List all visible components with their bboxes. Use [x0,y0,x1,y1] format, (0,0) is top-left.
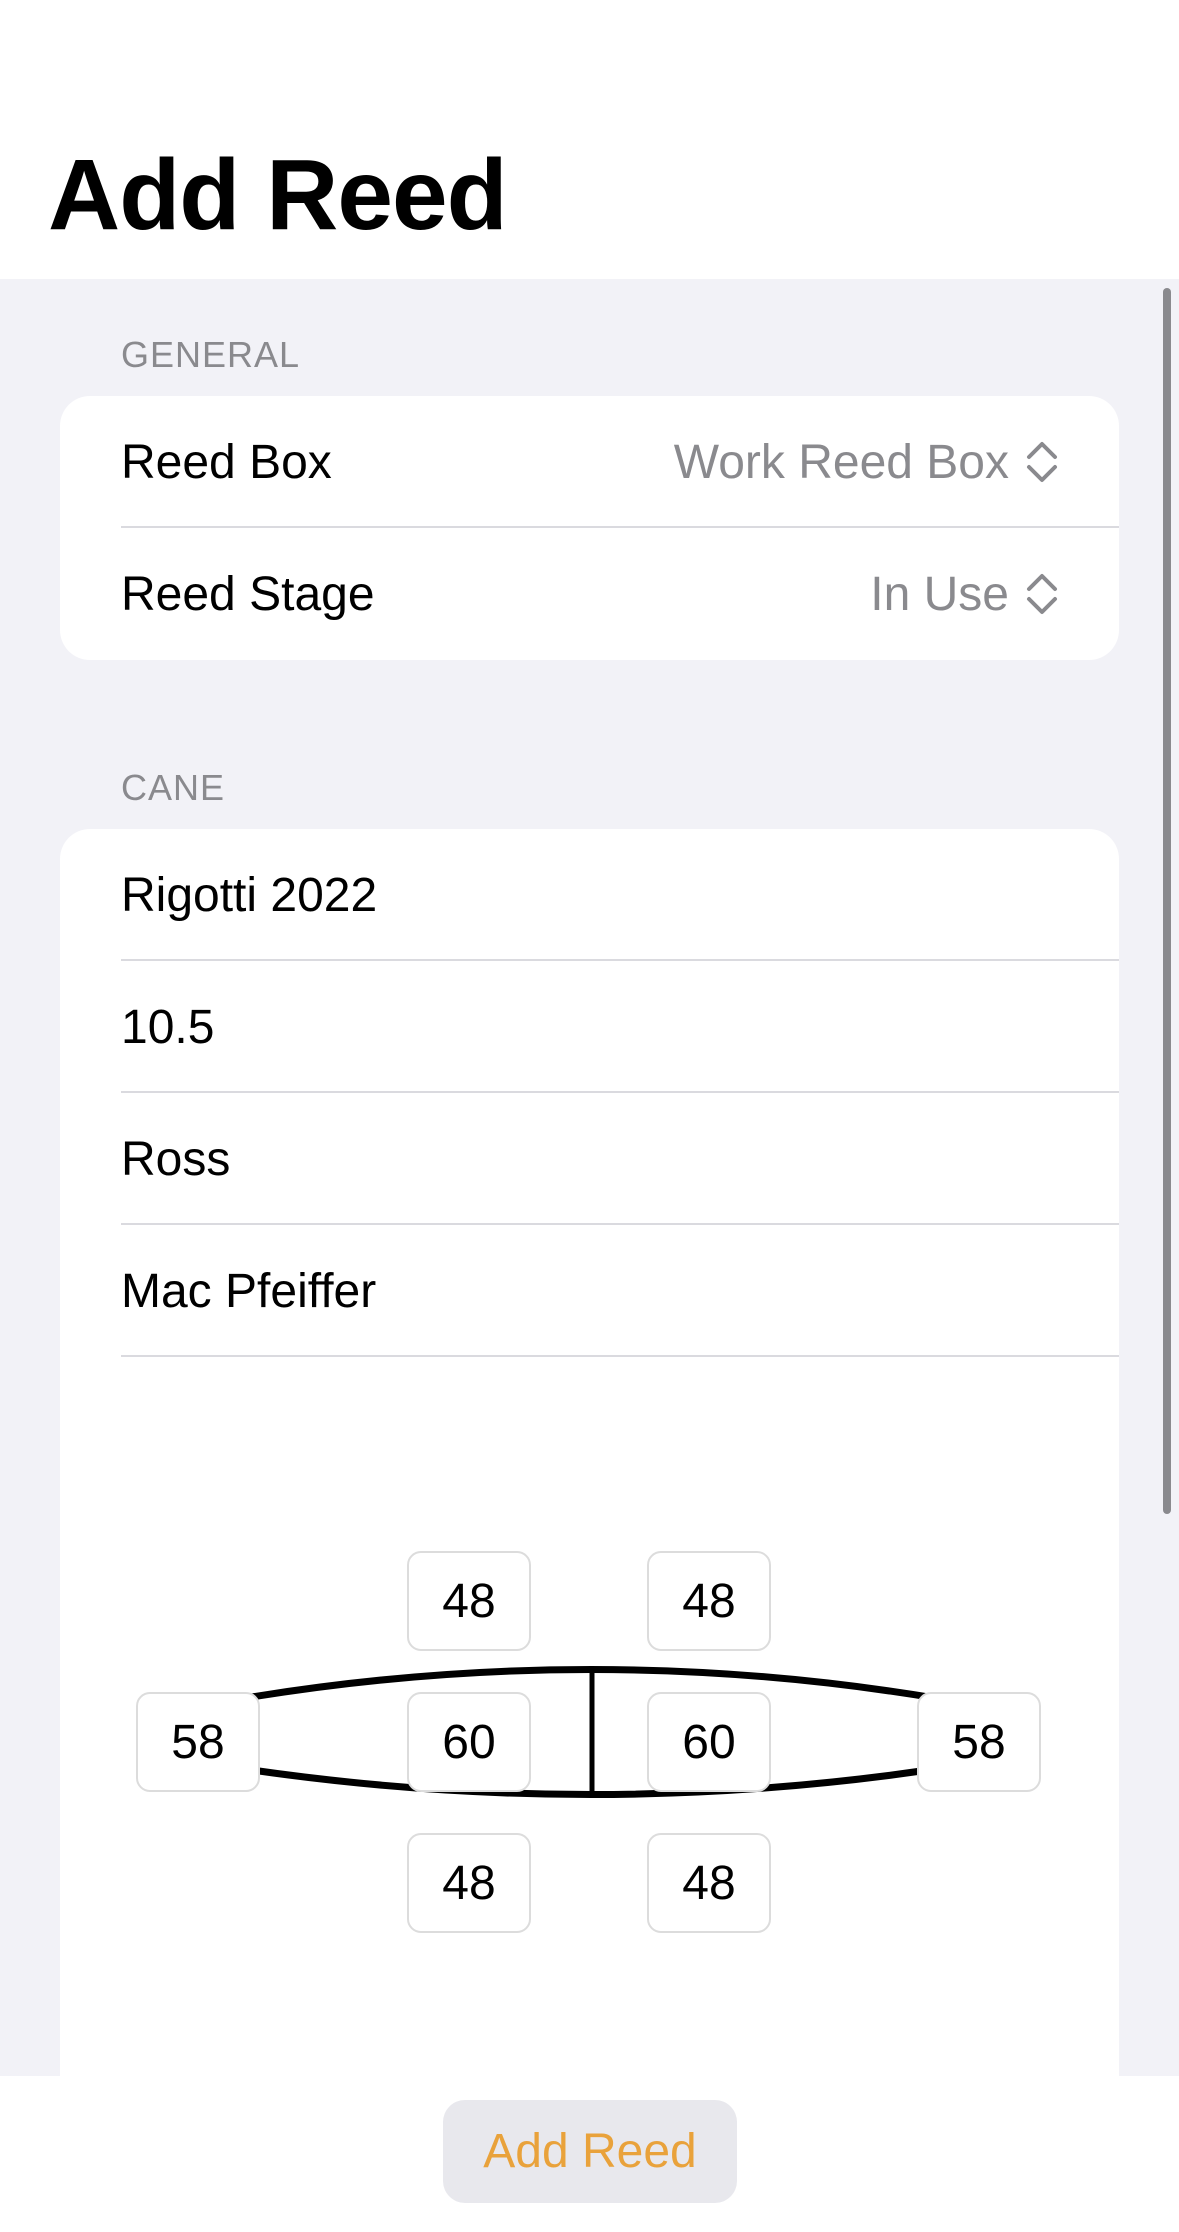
reed-stage-label: Reed Stage [121,567,375,621]
cane-field-shape[interactable]: Ross [60,1093,1119,1225]
measurement-bottom-left[interactable]: 48 [407,1833,531,1933]
reed-stage-picker[interactable]: Reed Stage In Use [60,528,1119,660]
navigation-bar: Add Reed [0,0,1179,279]
cane-field-maker-value: Mac Pfeiffer [121,1264,377,1318]
measurement-right-tip[interactable]: 58 [917,1692,1041,1792]
measurement-bottom-right[interactable]: 48 [647,1833,771,1933]
measurement-top-right[interactable]: 48 [647,1551,771,1651]
add-reed-button[interactable]: Add Reed [443,2100,737,2203]
cane-field-maker[interactable]: Mac Pfeiffer [60,1225,1119,1357]
general-card: Reed Box Work Reed Box Reed Stage In Use [60,396,1119,660]
cane-field-brand[interactable]: Rigotti 2022 [60,829,1119,961]
cane-field-brand-value: Rigotti 2022 [121,868,378,922]
cane-field-shape-value: Ross [121,1132,231,1186]
page-title: Add Reed [48,139,508,251]
reed-box-picker[interactable]: Reed Box Work Reed Box [60,396,1119,528]
chevron-up-down-icon [1027,574,1057,614]
cane-field-diameter-value: 10.5 [121,1000,215,1054]
measurement-center-left[interactable]: 60 [407,1692,531,1792]
section-header-cane: CANE [121,767,226,808]
cane-card: Rigotti 2022 10.5 Ross Mac Pfeiffer [60,829,1119,2129]
cane-field-diameter[interactable]: 10.5 [60,961,1119,1093]
measurement-top-left[interactable]: 48 [407,1551,531,1651]
section-header-general: GENERAL [121,334,301,375]
reed-box-label: Reed Box [121,435,332,489]
chevron-up-down-icon [1027,442,1057,482]
scrollbar[interactable] [1163,288,1171,1514]
reed-stage-value: In Use [870,567,1009,621]
reed-box-value: Work Reed Box [673,435,1009,489]
measurement-left-tip[interactable]: 58 [136,1692,260,1792]
measurement-center-right[interactable]: 60 [647,1692,771,1792]
